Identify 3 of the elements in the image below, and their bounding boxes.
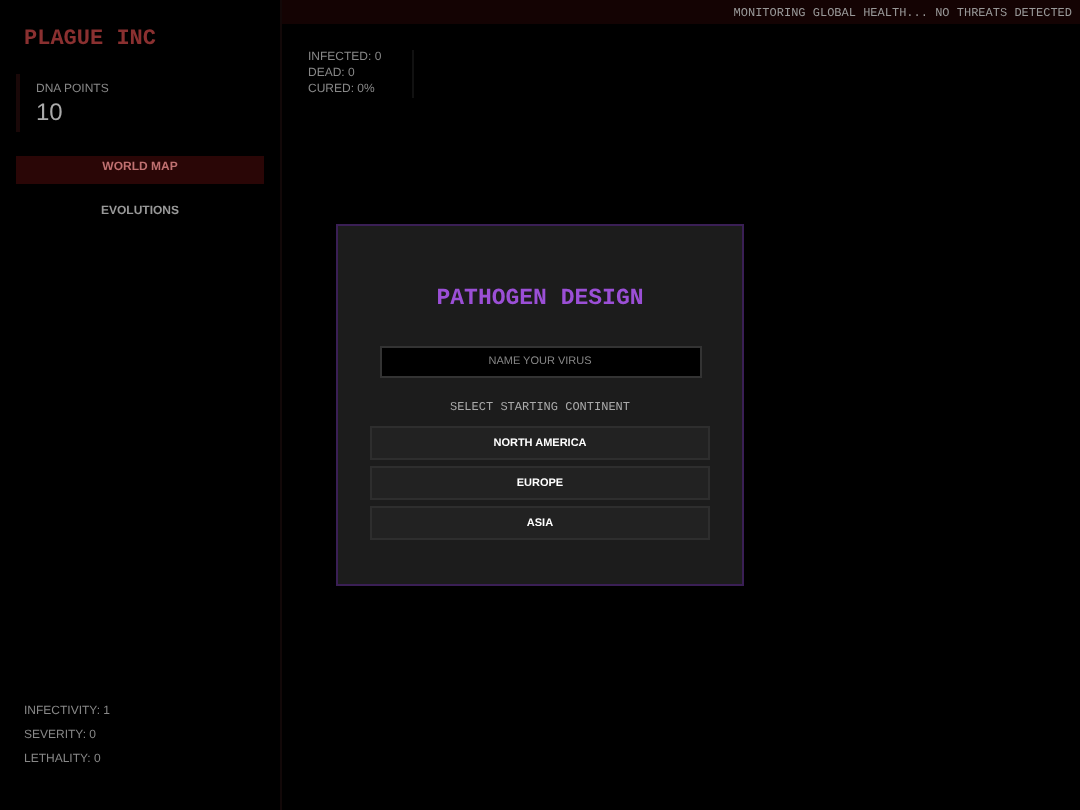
app-title: PLAGUE INC [22, 26, 159, 56]
dialog-title: PATHOGEN DESIGN [436, 284, 644, 316]
points-value: 10 [36, 99, 65, 123]
